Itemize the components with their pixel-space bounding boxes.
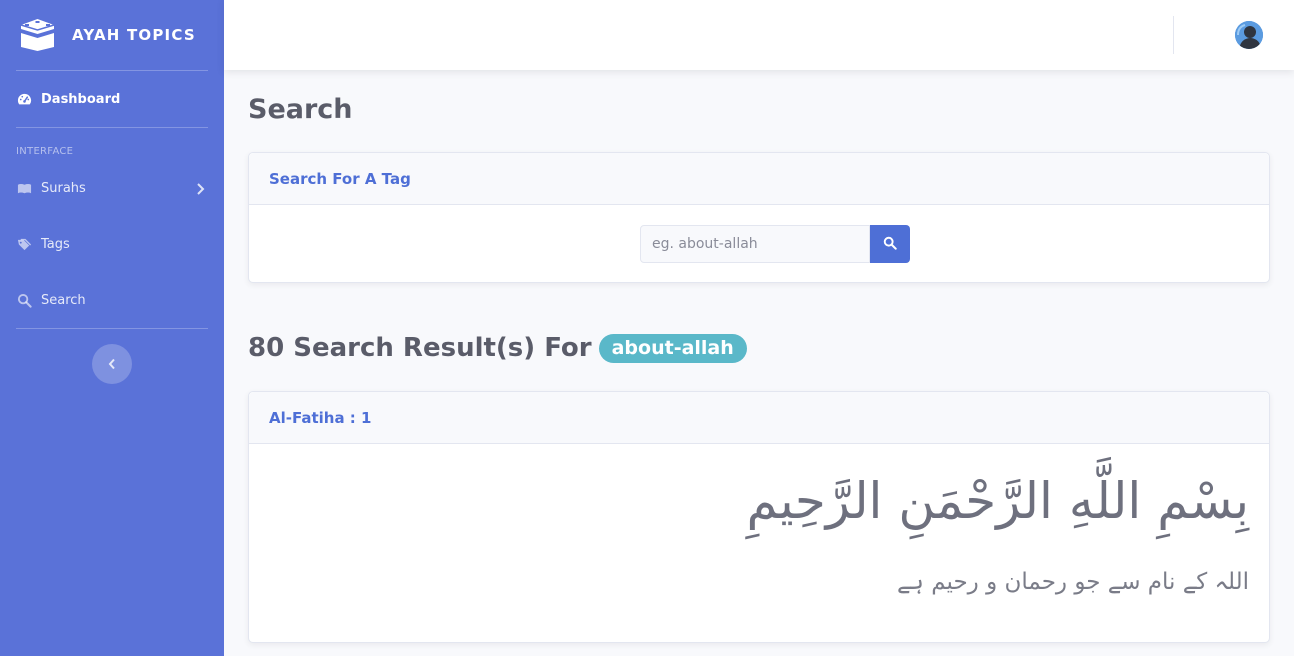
- search-card: Search For A Tag: [248, 152, 1270, 283]
- search-form: [640, 225, 910, 263]
- sidebar-item-label: Tags: [41, 236, 70, 252]
- ayah-translation: اللہ کے نام سے جو رحمان و رحیم ہے: [896, 569, 1249, 595]
- kaaba-icon: [19, 18, 56, 52]
- sidebar-item-surahs[interactable]: Surahs: [16, 180, 86, 196]
- topbar: [224, 0, 1294, 70]
- user-avatar[interactable]: [1235, 21, 1263, 49]
- chevron-left-icon: [107, 355, 117, 374]
- search-card-header: Search For A Tag: [249, 153, 1269, 205]
- sidebar-divider: [16, 328, 208, 329]
- ayah-reference[interactable]: Al-Fatiha : 1: [249, 392, 1269, 444]
- book-icon: [16, 180, 32, 196]
- results-heading: 80 Search Result(s) For about-allah: [248, 333, 747, 363]
- sidebar-divider: [16, 127, 208, 128]
- search-icon: [16, 292, 32, 308]
- tags-icon: [16, 236, 32, 252]
- brand[interactable]: AYAH TOPICS: [0, 0, 224, 70]
- sidebar-item-label: Search: [41, 292, 86, 308]
- sidebar-divider: [16, 70, 208, 71]
- topbar-divider: [1173, 16, 1174, 54]
- sidebar-heading: INTERFACE: [16, 146, 74, 157]
- chevron-right-icon[interactable]: [194, 181, 206, 195]
- sidebar-item-label: Dashboard: [41, 91, 121, 107]
- page-title: Search: [248, 94, 353, 125]
- search-input[interactable]: [640, 225, 870, 263]
- tachometer-icon: [16, 91, 32, 107]
- search-button[interactable]: [870, 225, 910, 263]
- results-count-text: 80 Search Result(s) For: [248, 333, 592, 363]
- sidebar-item-dashboard[interactable]: Dashboard: [16, 91, 120, 107]
- sidebar-item-label: Surahs: [41, 180, 86, 196]
- brand-name: AYAH TOPICS: [72, 26, 196, 44]
- ayah-arabic-text: بِسْمِ اللَّهِ الرَّحْمَنِ الرَّحِيمِ: [746, 472, 1249, 530]
- search-icon: [883, 236, 897, 253]
- sidebar-toggle-button[interactable]: [92, 344, 132, 384]
- ayah-card: Al-Fatiha : 1 بِسْمِ اللَّهِ الرَّحْمَنِ…: [248, 391, 1270, 643]
- sidebar: AYAH TOPICS Dashboard INTERFACE Surahs T…: [0, 0, 224, 656]
- sidebar-item-tags[interactable]: Tags: [16, 236, 70, 252]
- tag-badge[interactable]: about-allah: [598, 333, 747, 363]
- sidebar-item-search[interactable]: Search: [16, 292, 86, 308]
